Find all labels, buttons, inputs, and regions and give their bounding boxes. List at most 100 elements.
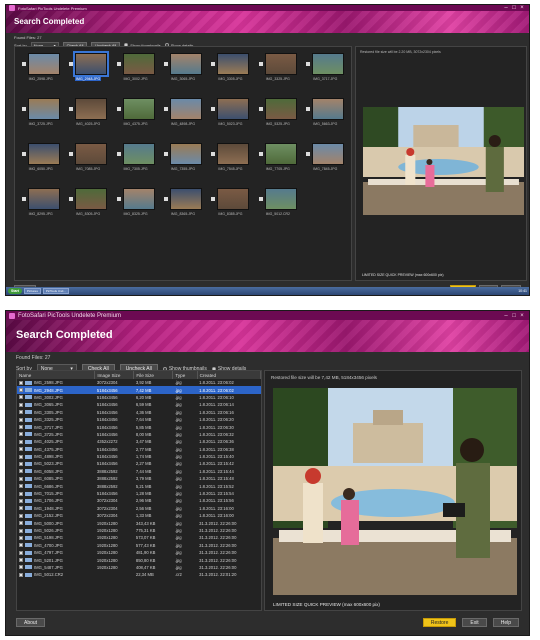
checkbox-checked-icon[interactable] [21, 152, 26, 156]
checkbox-checked-icon[interactable] [258, 197, 263, 201]
thumbnail-image[interactable] [27, 98, 60, 120]
taskbar-item-pictures[interactable]: Pictures [24, 288, 41, 294]
table-row[interactable]: IMG_6686.JPG 3888x2592 5,21 MB .jpg 1.8.2011… [17, 482, 261, 489]
checkbox-checked-icon[interactable] [258, 62, 263, 66]
thumbnail-image[interactable] [312, 53, 345, 75]
checkbox-checked-icon[interactable] [19, 476, 23, 481]
checkbox-checked-icon[interactable] [211, 197, 216, 201]
thumbnail-item[interactable]: IMG_7355.JPG [159, 140, 206, 185]
checkbox-checked-icon[interactable] [69, 197, 74, 201]
checkbox-checked-icon[interactable] [21, 197, 26, 201]
table-row[interactable]: IMG_5023.JPG 5184x3456 2,27 MB .jpg 1.8.2011… [17, 460, 261, 467]
table-row[interactable]: IMG_6058.JPG 3888x2592 7,44 MB .jpg 1.8.2011… [17, 468, 261, 475]
table-row[interactable]: IMG_3725.JPG 5184x3456 8,00 MB .jpg 1.8.2011… [17, 431, 261, 438]
checkbox-checked-icon[interactable] [19, 425, 23, 430]
thumbnail-item[interactable]: IMG_4025.JPG [64, 95, 111, 140]
thumbnail-image[interactable] [264, 98, 297, 120]
checkbox-checked-icon[interactable] [19, 380, 23, 385]
table-row[interactable]: IMG_5487.JPG 1920x1280 408,47 KB .jpg 31.3.2… [17, 564, 261, 571]
checkbox-checked-icon[interactable] [19, 528, 23, 533]
thumbnail-item[interactable]: IMG_7545.JPG [207, 140, 254, 185]
column-header-name[interactable]: Name [17, 371, 96, 379]
thumbnail-item[interactable]: IMG_4898.JPG [159, 95, 206, 140]
thumbnail-image[interactable] [169, 143, 202, 165]
thumbnail-image[interactable] [169, 53, 202, 75]
checkbox-checked-icon[interactable] [19, 513, 23, 518]
checkbox-checked-icon[interactable] [19, 543, 23, 548]
thumbnail-item[interactable]: IMG_7085.JPG [64, 140, 111, 185]
thumbnail-image[interactable] [264, 188, 297, 210]
table-row[interactable]: IMG_3305.JPG 5184x3456 4,36 MB .jpg 1.8.2011… [17, 409, 261, 416]
table-row[interactable]: IMG_5198.JPG 1920x1280 573,07 KB .jpg 31.3.2… [17, 534, 261, 541]
table-row[interactable]: IMG_5026.JPG 1920x1280 775,31 KB .jpg 31.3.2… [17, 527, 261, 534]
table-row[interactable]: IMG_5012.CR2 22,34 MB .cr2 31.3.2012. 22:01… [17, 571, 261, 578]
thumbnail-item[interactable]: IMG_3002.JPG [112, 50, 159, 95]
thumbnail-image[interactable] [122, 98, 155, 120]
table-row[interactable]: IMG_3002.JPG 5184x3456 6,20 MB .jpg 1.8.2011… [17, 394, 261, 401]
checkbox-checked-icon[interactable] [116, 62, 121, 66]
checkbox-checked-icon[interactable] [69, 107, 74, 111]
checkbox-checked-icon[interactable] [163, 107, 168, 111]
checkbox-checked-icon[interactable] [19, 558, 23, 563]
thumbnail-item[interactable]: IMG_5325.JPG [254, 95, 301, 140]
checkbox-checked-icon[interactable] [116, 152, 121, 156]
about-button[interactable]: About [16, 618, 46, 627]
checkbox-checked-icon[interactable] [19, 484, 23, 489]
table-row[interactable]: IMG_1948.JPG 3072x2304 2,56 MB .jpg 1.8.2011… [17, 505, 261, 512]
thumbnail-item[interactable]: IMG_2948.JPG [64, 50, 111, 95]
table-row[interactable]: IMG_6085.JPG 3888x2592 3,79 MB .jpg 1.8.2011… [17, 475, 261, 482]
checkbox-checked-icon[interactable] [306, 62, 311, 66]
thumbnail-image[interactable] [169, 98, 202, 120]
thumbnail-item[interactable]: IMG_3725.JPG [17, 95, 64, 140]
checkbox-checked-icon[interactable] [19, 447, 23, 452]
checkbox-checked-icon[interactable] [19, 498, 23, 503]
checkbox-checked-icon[interactable] [19, 572, 23, 577]
restore-button[interactable]: Restore [422, 618, 457, 627]
table-row[interactable]: IMG_2598.JPG 3072x2304 3,92 MB .jpg 1.8.2011… [17, 379, 261, 386]
thumbnail-image[interactable] [312, 98, 345, 120]
table-row[interactable]: IMG_1706.JPG 3072x2304 2,96 MB .jpg 1.8.2011… [17, 497, 261, 504]
column-header-type[interactable]: Type [172, 371, 198, 379]
checkbox-checked-icon[interactable] [69, 152, 74, 156]
thumbnail-item[interactable]: IMG_8325.JPG [112, 185, 159, 230]
checkbox-checked-icon[interactable] [19, 454, 23, 459]
table-row[interactable]: IMG_4898.JPG 5184x3456 1,74 MB .jpg 1.8.2011… [17, 453, 261, 460]
table-row[interactable]: IMG_3325.JPG 5184x3456 7,64 MB .jpg 1.8.2011… [17, 416, 261, 423]
column-header-file-size[interactable]: File Size [133, 371, 174, 379]
minimize-icon[interactable]: – [502, 311, 510, 320]
table-row[interactable]: IMG_5000.JPG 1920x1280 343,43 KB .jpg 31.3.2… [17, 519, 261, 526]
checkbox-checked-icon[interactable] [69, 62, 74, 66]
thumbnail-image[interactable] [122, 188, 155, 210]
checkbox-checked-icon[interactable] [19, 388, 23, 393]
checkbox-checked-icon[interactable] [19, 491, 23, 496]
table-row[interactable]: IMG_5201.JPG 1920x1280 850,80 KB .jpg 31.3.2… [17, 556, 261, 563]
exit-button[interactable]: Exit [462, 618, 487, 627]
thumbnail-image[interactable] [217, 143, 250, 165]
thumbnail-item[interactable]: IMG_3717.JPG [302, 50, 349, 95]
checkbox-checked-icon[interactable] [19, 535, 23, 540]
thumbnail-image[interactable] [264, 53, 297, 75]
thumbnail-image[interactable] [75, 143, 108, 165]
thumbnail-image[interactable] [75, 188, 108, 210]
checkbox-checked-icon[interactable] [19, 521, 23, 526]
thumbnail-item[interactable]: IMG_8385.JPG [207, 185, 254, 230]
start-button[interactable]: Start [8, 288, 22, 294]
thumbnail-image[interactable] [122, 143, 155, 165]
checkbox-checked-icon[interactable] [21, 62, 26, 66]
thumbnail-image[interactable] [75, 98, 108, 120]
checkbox-checked-icon[interactable] [19, 461, 23, 466]
close-icon[interactable]: × [518, 311, 526, 320]
thumbnail-item[interactable]: IMG_7305.JPG [112, 140, 159, 185]
checkbox-checked-icon[interactable] [306, 152, 311, 156]
table-row[interactable]: IMG_7015.JPG 5184x3456 1,28 MB .jpg 1.8.2011… [17, 490, 261, 497]
maximize-icon[interactable]: □ [510, 311, 518, 320]
checkbox-checked-icon[interactable] [163, 152, 168, 156]
thumbnail-item[interactable]: IMG_8305.JPG [64, 185, 111, 230]
table-row[interactable]: IMG_4700.JPG 1920x1280 577,43 KB .jpg 31.3.2… [17, 542, 261, 549]
thumbnail-image[interactable] [217, 98, 250, 120]
thumbnail-item[interactable]: IMG_5012.CR2 [254, 185, 301, 230]
thumbnail-item[interactable]: IMG_5663.JPG [302, 95, 349, 140]
thumbnail-item[interactable]: IMG_8365.JPG [159, 185, 206, 230]
checkbox-checked-icon[interactable] [211, 62, 216, 66]
thumbnail-image[interactable] [27, 143, 60, 165]
